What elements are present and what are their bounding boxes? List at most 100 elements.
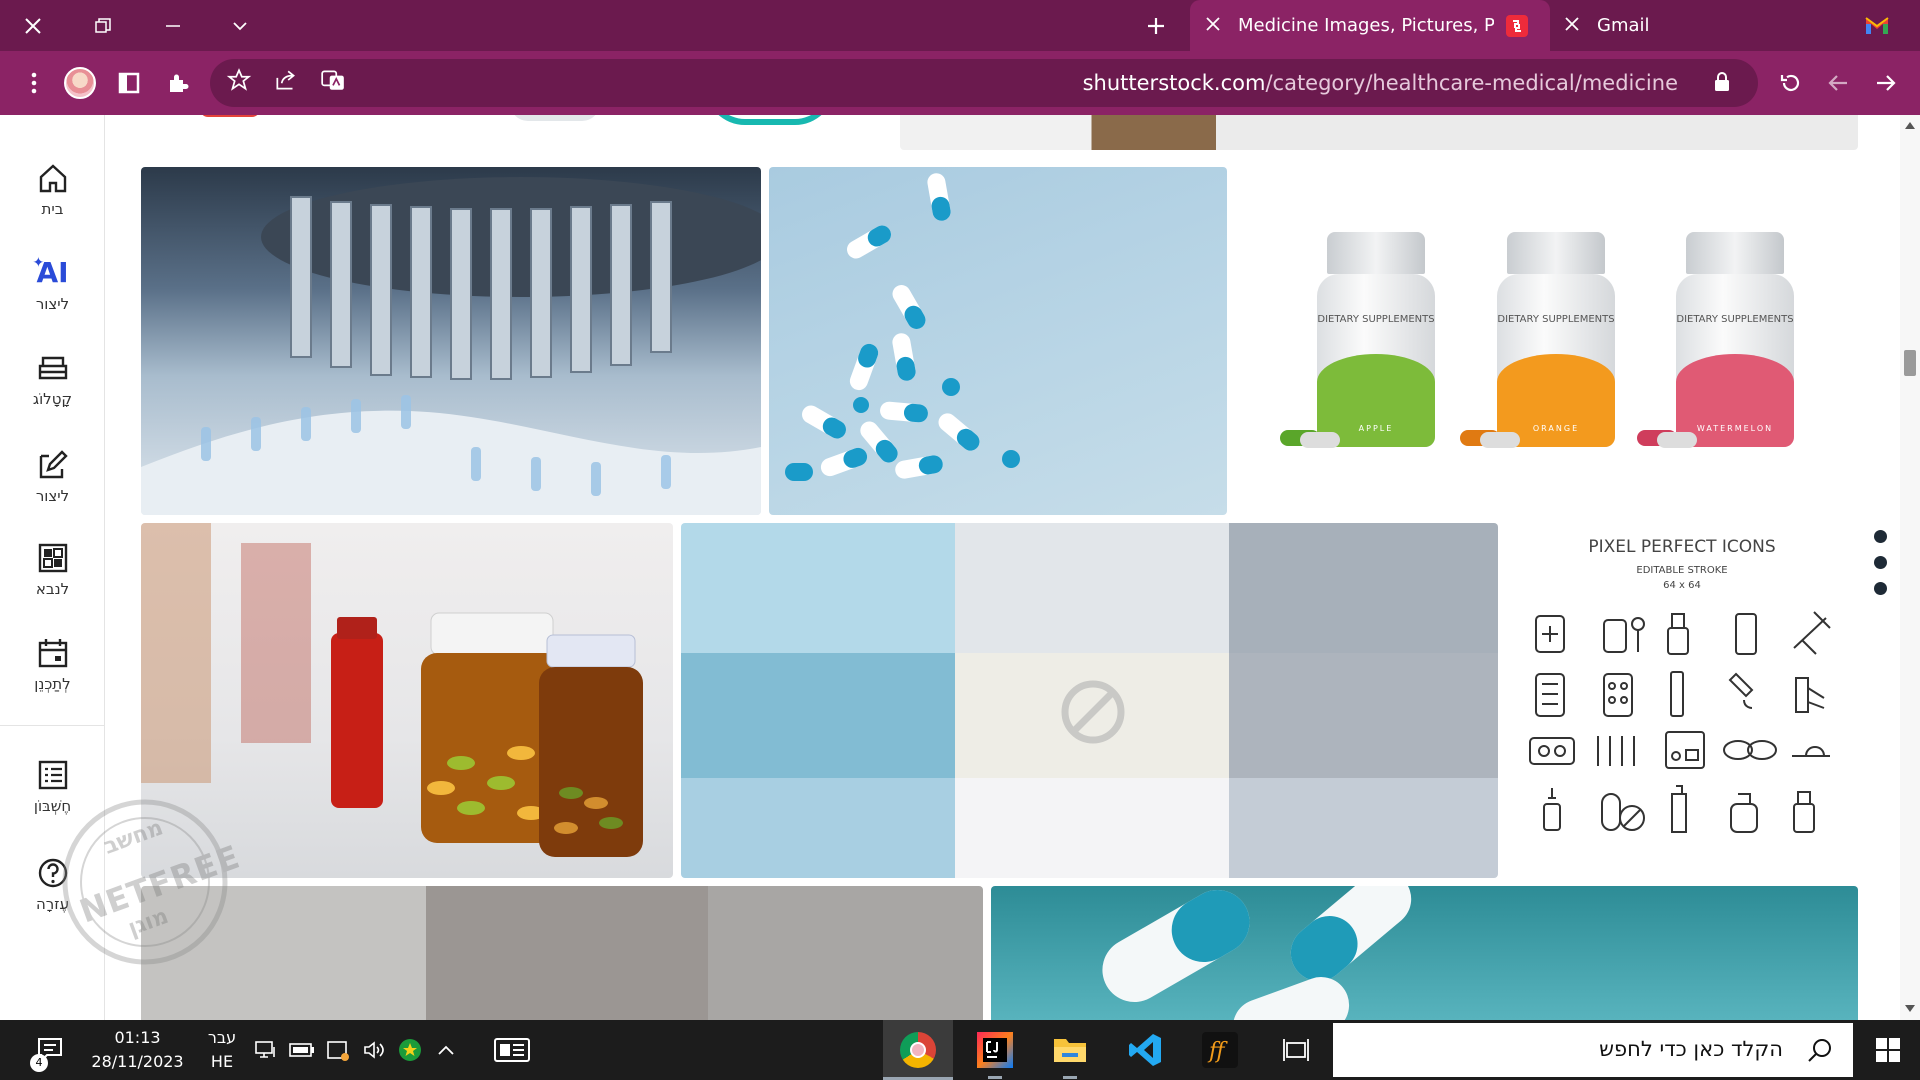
scroll-up-icon[interactable] (1905, 121, 1915, 129)
restore-window-button[interactable] (85, 8, 121, 44)
windows-taskbar: 4 01:13 28/11/2023 עבר HE ff הקלד כאן כד… (0, 1020, 1920, 1080)
tab-search-button[interactable] (222, 8, 258, 44)
taskbar-app-chrome[interactable] (883, 1020, 953, 1080)
chevron-up-icon (438, 1045, 454, 1055)
partial-image-tile[interactable] (900, 115, 1858, 150)
sidebar-item-label: בית (41, 200, 64, 218)
scrollbar-thumb[interactable] (1904, 350, 1916, 376)
share-button[interactable] (273, 67, 299, 97)
clock[interactable]: 01:13 28/11/2023 (85, 1026, 190, 1074)
carousel-dot[interactable] (1874, 556, 1887, 569)
image-tile-supplements[interactable]: DIETARY SUPPLEMENTS APPLE DIETARY SUPPLE… (1235, 167, 1858, 515)
partial-image-tile[interactable] (200, 115, 260, 117)
sidebar-item-label: קָטָלוֹג (32, 390, 73, 408)
account-icon (38, 760, 67, 790)
forward-button[interactable] (1822, 67, 1854, 99)
browser-toolbar: shutterstock.com/category/healthcare-med… (0, 51, 1920, 115)
partial-image-tile[interactable] (510, 115, 600, 121)
taskbar-app-intellij[interactable] (975, 1030, 1015, 1070)
notification-center-button[interactable]: 4 (30, 1030, 70, 1072)
new-tab-button[interactable] (1138, 8, 1174, 44)
sidebar-item-edit[interactable]: ליצור (0, 447, 105, 527)
bookmark-star-button[interactable] (226, 67, 252, 97)
image-tile-falling-pills[interactable] (769, 167, 1227, 515)
minimize-window-button[interactable] (155, 8, 191, 44)
sync-tray-icon[interactable] (320, 1032, 356, 1068)
factory-machine-image (141, 177, 761, 515)
taskbar-app-ff[interactable]: ff (1200, 1030, 1240, 1070)
sidebar-item-plan[interactable]: לְתַכְנֵן (0, 635, 105, 715)
sidebar-item-catalog[interactable]: קָטָלוֹג (0, 350, 105, 430)
kebab-menu-icon (31, 72, 37, 94)
monitor-icon (255, 1041, 275, 1058)
browser-menu-button[interactable] (18, 67, 50, 99)
tab-gmail[interactable]: Gmail (1555, 0, 1855, 51)
ff-app-icon: ff (1202, 1032, 1238, 1068)
tab-medicine[interactable]: Medicine Images, Pictures, Photo (1190, 0, 1550, 51)
arrow-right-icon (1877, 75, 1896, 91)
arrow-left-icon (1828, 75, 1847, 91)
page-scrollbar[interactable] (1900, 115, 1920, 1020)
app-tray-icon[interactable] (392, 1032, 428, 1068)
scroll-down-icon[interactable] (1905, 1005, 1915, 1013)
language-indicator[interactable]: עבר HE (202, 1026, 242, 1074)
extensions-button[interactable] (162, 67, 194, 99)
plus-icon (1148, 18, 1164, 34)
image-tile-blocked[interactable] (681, 523, 1498, 878)
address-bar[interactable]: shutterstock.com/category/healthcare-med… (210, 59, 1758, 107)
url-text[interactable]: shutterstock.com/category/healthcare-med… (1083, 71, 1678, 95)
close-tab-icon[interactable] (1206, 15, 1220, 36)
language-top: עבר (207, 1028, 237, 1047)
partial-image-tile[interactable] (705, 115, 835, 125)
image-tile-teal-capsules[interactable] (991, 886, 1858, 1020)
site-info-icon[interactable] (1714, 72, 1730, 96)
sidebar-item-ai-create[interactable]: ✦ AI ליצור (0, 255, 105, 335)
battery-tray-icon[interactable] (284, 1032, 320, 1068)
start-button[interactable] (1868, 1030, 1908, 1070)
translate-button[interactable] (320, 67, 346, 97)
icon-set-title: PIXEL PERFECT ICONS (1588, 537, 1776, 557)
share-icon (276, 70, 295, 90)
sidebar-item-home[interactable]: בית (0, 160, 105, 240)
shutterstock-favicon-icon (1506, 14, 1528, 37)
clock-time: 01:13 (114, 1028, 161, 1047)
profile-button[interactable] (64, 67, 96, 99)
close-tab-icon[interactable] (1565, 15, 1579, 36)
sparkle-icon: ✦ (32, 255, 45, 271)
blocked-icon (1061, 680, 1125, 744)
notification-badge: 4 (30, 1054, 48, 1072)
capsules-image (1280, 430, 1697, 448)
side-panel-button[interactable] (113, 67, 145, 99)
task-view-icon (1283, 1039, 1309, 1061)
show-hidden-icons-button[interactable] (428, 1032, 464, 1068)
back-button[interactable] (1870, 67, 1902, 99)
reload-icon (1780, 74, 1800, 92)
image-tile-gray-placeholder[interactable] (141, 886, 983, 1020)
network-tray-icon[interactable] (248, 1032, 284, 1068)
speaker-icon (364, 1041, 384, 1059)
sidebar-item-predict[interactable]: לנבא (0, 540, 105, 620)
translate-icon (321, 70, 344, 90)
falling-capsules-image (785, 173, 1020, 481)
reload-button[interactable] (1775, 67, 1807, 99)
taskbar-search[interactable]: הקלד כאן כדי לחפש (1333, 1023, 1853, 1077)
intellij-icon (977, 1032, 1013, 1068)
image-tile-icon-set[interactable]: PIXEL PERFECT ICONS EDITABLE STROKE 64 x… (1506, 523, 1858, 878)
folder-icon (1054, 1039, 1086, 1062)
taskbar-app-vscode[interactable] (1125, 1030, 1165, 1070)
image-tile-pharma-factory[interactable] (141, 167, 761, 515)
close-window-button[interactable] (15, 8, 51, 44)
carousel-dot[interactable] (1874, 582, 1887, 595)
news-widget-button[interactable] (492, 1032, 532, 1068)
lock-icon (1715, 72, 1729, 91)
sidebar-item-label: לְתַכְנֵן (34, 675, 71, 693)
sidebar-item-label: ליצור (35, 295, 70, 313)
dashboard-icon (38, 543, 67, 573)
volume-tray-icon[interactable] (356, 1032, 392, 1068)
carousel-dot[interactable] (1874, 530, 1887, 543)
green-shield-icon (399, 1039, 421, 1061)
taskbar-app-explorer[interactable] (1050, 1030, 1090, 1070)
task-view-button[interactable] (1278, 1032, 1314, 1068)
carousel-indicator[interactable] (1874, 530, 1887, 595)
teal-capsules-image (1102, 886, 1412, 1020)
